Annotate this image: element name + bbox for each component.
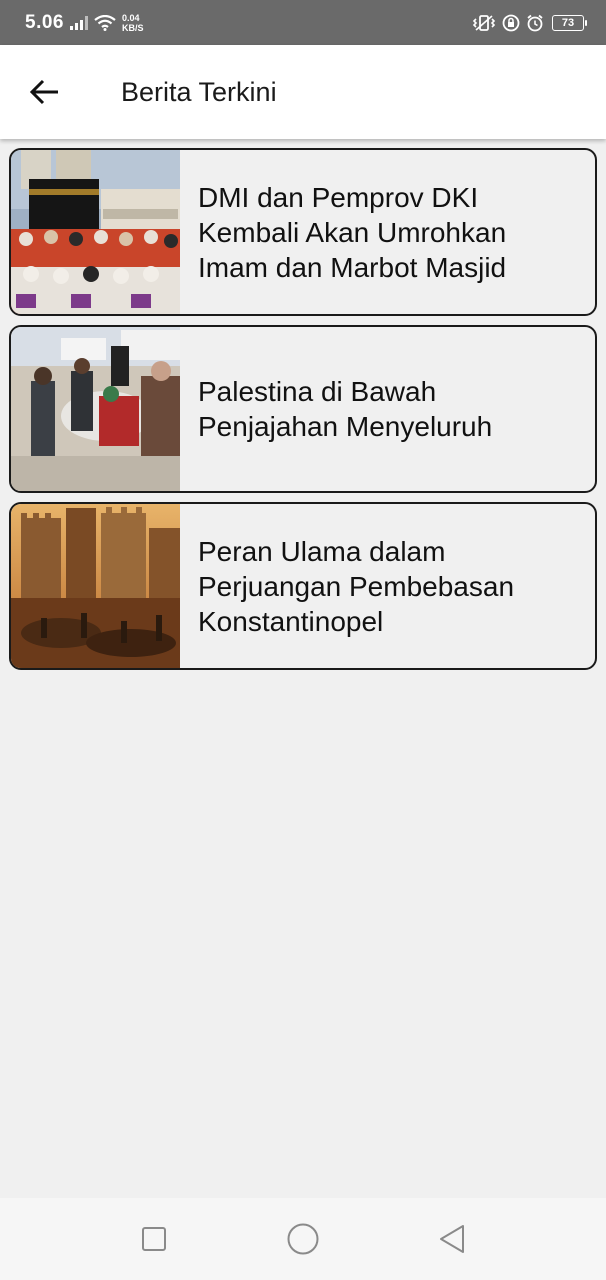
battery-level: 73 (561, 16, 575, 29)
constantinople-siege-painting (11, 504, 180, 668)
arrow-left-icon (29, 79, 58, 105)
home-icon (287, 1223, 319, 1255)
news-item[interactable]: DMI dan Pemprov DKI Kembali Akan Umrohka… (9, 148, 597, 316)
news-item[interactable]: Peran Ulama dalam Perjuangan Pembebasan … (9, 502, 597, 670)
network-speed-value: 0.04 (121, 12, 140, 23)
news-list: DMI dan Pemprov DKI Kembali Akan Umrohka… (9, 148, 598, 679)
nav-back-button[interactable] (422, 1209, 482, 1269)
umrah-group-photo (11, 150, 180, 314)
page-title: Berita Terkini (121, 76, 277, 107)
lock-rotation-icon (502, 14, 520, 32)
navigation-bar (0, 1198, 606, 1280)
recent-apps-button[interactable] (124, 1209, 184, 1269)
wifi-icon (94, 14, 116, 31)
news-title: Palestina di Bawah Penjajahan Menyeluruh (198, 376, 493, 442)
network-speed: 0.04 KB/S (122, 13, 144, 33)
status-time: 5.06 (25, 11, 64, 33)
news-title: Peran Ulama dalam Perjuangan Pembebasan … (198, 535, 515, 637)
recent-apps-icon (142, 1227, 167, 1251)
alarm-icon (526, 14, 544, 32)
battery-icon: 73 (552, 14, 587, 31)
news-title: DMI dan Pemprov DKI Kembali Akan Umrohka… (198, 181, 507, 283)
app-bar: Berita Terkini (0, 45, 606, 139)
palestine-arrest-photo (11, 327, 180, 491)
back-icon (439, 1225, 464, 1253)
network-speed-unit: KB/S (121, 22, 144, 33)
status-bar: 5.06 0.04 KB/S 73 (0, 0, 606, 45)
status-left: 5.06 0.04 KB/S (25, 12, 144, 34)
signal-icon (69, 15, 88, 30)
status-right: 73 (472, 14, 587, 32)
screen: 5.06 0.04 KB/S 73 Berita Terkini DMI dan… (0, 0, 606, 1280)
back-button[interactable] (14, 62, 74, 122)
news-item[interactable]: Palestina di Bawah Penjajahan Menyeluruh (9, 325, 597, 493)
vibrate-icon (472, 14, 496, 32)
home-button[interactable] (273, 1209, 333, 1269)
